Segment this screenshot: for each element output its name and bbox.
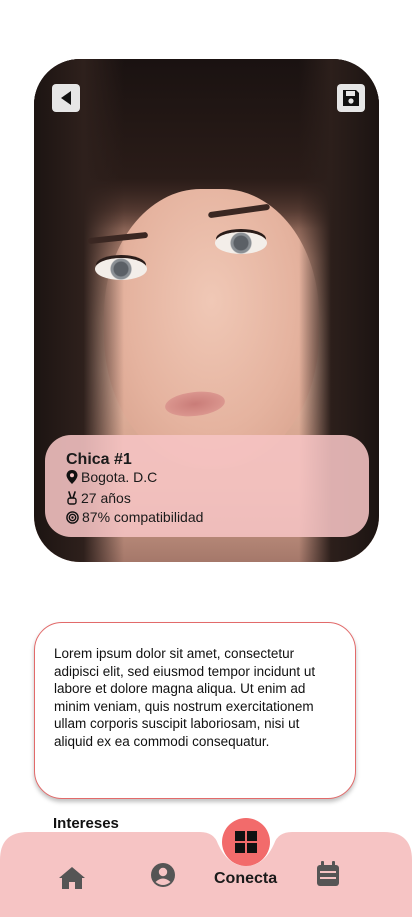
nav-calendar[interactable] (316, 861, 340, 887)
profile-info-panel: Chica #1 Bogota. D.C 27 años 87% compati… (45, 435, 369, 537)
nav-home[interactable] (58, 865, 86, 891)
profile-location: Bogota. D.C (81, 469, 158, 485)
profile-compatibility: 87% compatibilidad (82, 509, 204, 525)
target-icon (66, 510, 79, 524)
profile-age-row: 27 años (66, 490, 131, 506)
save-button[interactable] (337, 84, 365, 112)
photo-face (104, 189, 319, 469)
nav-connect-button[interactable] (222, 818, 270, 866)
save-icon (343, 90, 359, 106)
calendar-icon (317, 861, 339, 886)
photo-eye (215, 232, 267, 254)
back-button[interactable] (52, 84, 80, 112)
interests-heading: Intereses (53, 815, 119, 832)
profile-location-row: Bogota. D.C (66, 469, 157, 485)
home-icon (59, 867, 85, 889)
back-arrow-icon (61, 91, 71, 105)
victory-hand-icon (67, 491, 77, 505)
profile-description-box: Lorem ipsum dolor sit amet, consectetur … (34, 622, 356, 799)
profile-description: Lorem ipsum dolor sit amet, consectetur … (54, 646, 316, 749)
bottom-nav: Conecta (0, 818, 412, 917)
profile-compatibility-row: 87% compatibilidad (66, 509, 203, 525)
nav-connect-label[interactable]: Conecta (214, 870, 277, 888)
photo-eye (95, 258, 147, 280)
connect-icon (235, 831, 257, 853)
nav-profile[interactable] (150, 862, 176, 888)
profile-icon (151, 863, 175, 887)
profile-age: 27 años (81, 490, 131, 506)
location-pin-icon (66, 470, 78, 484)
profile-name: Chica #1 (66, 451, 132, 468)
